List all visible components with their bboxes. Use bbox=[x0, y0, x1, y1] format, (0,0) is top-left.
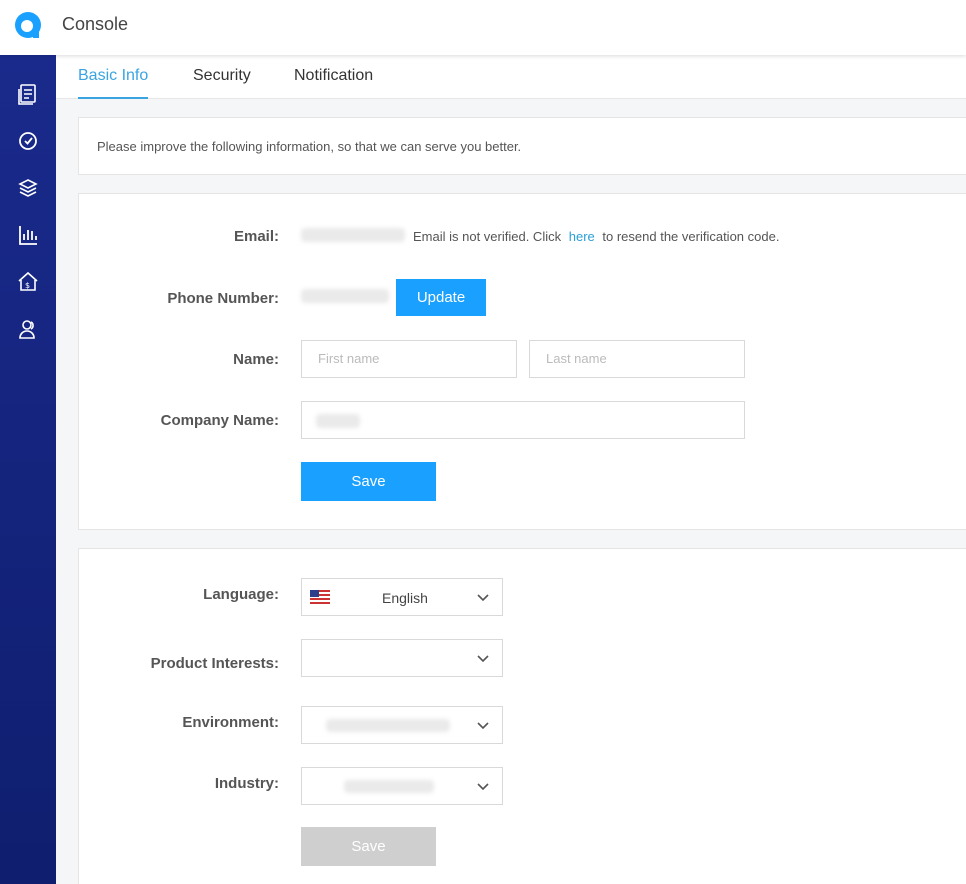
documents-icon[interactable] bbox=[16, 82, 40, 106]
tab-bar: Basic Info Security Notification bbox=[56, 55, 966, 99]
resend-verification-link[interactable]: here bbox=[569, 229, 595, 244]
email-status: Email is not verified. Click here to res… bbox=[413, 229, 779, 244]
email-status-suffix: to resend the verification code. bbox=[602, 229, 780, 244]
email-status-prefix: Email is not verified. Click bbox=[413, 229, 562, 244]
phone-value-redacted bbox=[301, 289, 389, 303]
layers-icon[interactable] bbox=[16, 176, 40, 200]
app-logo-icon[interactable] bbox=[14, 11, 42, 39]
preferences-card: Language: English Product Interests: Env… bbox=[78, 548, 966, 884]
chevron-down-icon bbox=[477, 655, 489, 663]
product-interests-label: Product Interests: bbox=[150, 655, 279, 672]
environment-value-redacted bbox=[326, 719, 450, 732]
phone-label: Phone Number: bbox=[167, 290, 279, 307]
target-icon[interactable] bbox=[16, 129, 40, 153]
svg-text:$: $ bbox=[25, 281, 30, 290]
tab-security[interactable]: Security bbox=[193, 67, 251, 99]
chevron-down-icon bbox=[477, 722, 489, 730]
email-label: Email: bbox=[233, 228, 279, 245]
notice-text: Please improve the following information… bbox=[97, 139, 522, 154]
product-interests-select[interactable] bbox=[301, 639, 503, 677]
tab-basic-info[interactable]: Basic Info bbox=[78, 67, 149, 99]
profile-card: Email: Email is not verified. Click here… bbox=[78, 193, 966, 530]
name-label: Name: bbox=[233, 351, 279, 368]
first-name-input[interactable]: First name bbox=[301, 340, 517, 378]
company-value-redacted bbox=[316, 414, 360, 428]
email-value-redacted bbox=[301, 228, 405, 242]
update-phone-button[interactable]: Update bbox=[396, 279, 486, 316]
environment-label: Environment: bbox=[182, 714, 279, 731]
top-bar: Console bbox=[0, 0, 966, 55]
last-name-input[interactable]: Last name bbox=[529, 340, 745, 378]
sidebar: $ bbox=[0, 55, 56, 884]
bar-chart-icon[interactable] bbox=[16, 223, 40, 247]
language-label: Language: bbox=[203, 586, 279, 603]
environment-select[interactable] bbox=[301, 706, 503, 744]
home-dollar-icon[interactable]: $ bbox=[16, 270, 40, 294]
company-name-input[interactable] bbox=[301, 401, 745, 439]
language-select[interactable]: English bbox=[301, 578, 503, 616]
language-value: English bbox=[382, 590, 428, 606]
tab-notification[interactable]: Notification bbox=[294, 67, 373, 99]
chevron-down-icon bbox=[477, 594, 489, 602]
app-title: Console bbox=[62, 14, 129, 34]
info-notice: Please improve the following information… bbox=[78, 117, 966, 175]
company-label: Company Name: bbox=[160, 412, 279, 429]
save-preferences-button[interactable]: Save bbox=[301, 827, 436, 866]
industry-select[interactable] bbox=[301, 767, 503, 805]
save-profile-button[interactable]: Save bbox=[301, 462, 436, 501]
industry-label: Industry: bbox=[214, 775, 279, 792]
us-flag-icon bbox=[310, 590, 330, 604]
main-content: Basic Info Security Notification Please … bbox=[56, 55, 966, 884]
chevron-down-icon bbox=[477, 783, 489, 791]
users-icon[interactable] bbox=[16, 317, 40, 341]
industry-value-redacted bbox=[344, 780, 434, 793]
